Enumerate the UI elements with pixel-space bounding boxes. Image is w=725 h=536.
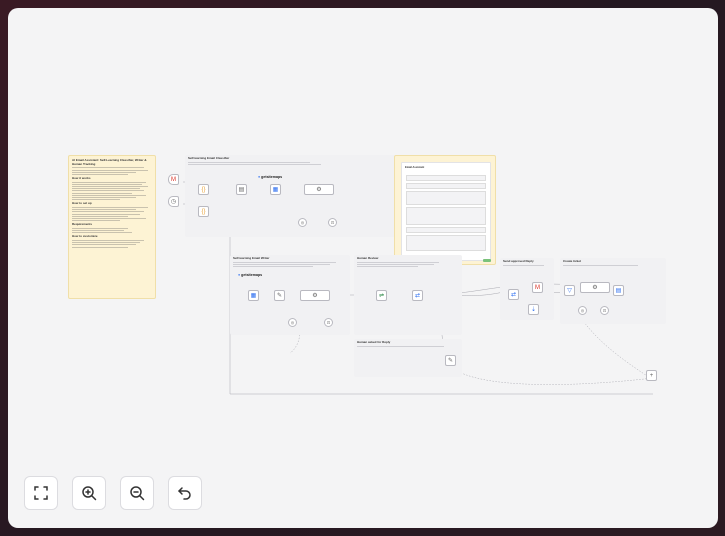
ticket-parser-node[interactable]: ⊡	[600, 306, 609, 315]
ticket-create-node[interactable]: ▤	[613, 285, 624, 296]
section-classifier[interactable]: Self-learning Email Classifier	[185, 155, 395, 237]
zoom-out-button[interactable]	[120, 476, 154, 510]
final-node[interactable]: +	[646, 370, 657, 381]
ai-writer-agent-node[interactable]: ⚙	[300, 290, 330, 301]
section-create-ticket-title: Create ticket	[563, 259, 582, 263]
send-reply-switch-node[interactable]: ⇄	[508, 289, 519, 300]
classifier-parser-node[interactable]: ⊡	[328, 218, 337, 227]
form-submit-button	[483, 259, 491, 262]
review-switch-node[interactable]: ⇄	[412, 290, 423, 301]
send-review-email-node[interactable]: ⇌	[376, 290, 387, 301]
schedule-trigger-node[interactable]: ◷	[168, 196, 179, 207]
undo-button[interactable]	[168, 476, 202, 510]
writer-parser-node[interactable]: ⊡	[324, 318, 333, 327]
sticky-title: AI Email Assistant: Self-Learning Classi…	[72, 158, 147, 166]
code-node-1[interactable]: {}	[198, 184, 209, 195]
form-header: Email Assistant	[405, 166, 425, 169]
writer-data-node[interactable]: ▦	[248, 290, 259, 301]
send-reply-merge-node[interactable]: ⇣	[528, 304, 539, 315]
brand-logo-classifier: ● getsitemaps	[258, 175, 283, 179]
ticket-model-node[interactable]: ◎	[578, 306, 587, 315]
zoom-out-icon	[130, 486, 145, 501]
send-reply-gmail-node[interactable]: M	[532, 282, 543, 293]
gmail-trigger-node[interactable]: M	[168, 174, 179, 185]
ticket-filter-node[interactable]: ▽	[564, 285, 575, 296]
filter-node[interactable]: ▤	[236, 184, 247, 195]
human-reply-edit-node[interactable]: ✎	[445, 355, 456, 366]
brand-logo-writer: ● getsitemaps	[238, 273, 263, 277]
classifier-model-node[interactable]: ◎	[298, 218, 307, 227]
ticket-agent-node[interactable]: ⚙	[580, 282, 610, 293]
undo-icon	[178, 487, 191, 500]
section-human-reply-title: Human asked for Reply	[357, 340, 391, 344]
section-human-review[interactable]: Human Review	[354, 255, 462, 335]
workflow-canvas-frame: AI Email Assistant: Self-Learning Classi…	[8, 8, 718, 528]
zoom-in-icon	[82, 486, 97, 501]
section-writer-title: Self-learning Email Writer	[233, 256, 270, 260]
section-send-reply-title: Send approved Reply	[503, 259, 534, 263]
zoom-in-button[interactable]	[72, 476, 106, 510]
fit-view-button[interactable]	[24, 476, 58, 510]
form-preview-card: Email Assistant	[401, 162, 491, 261]
sticky-note-overview[interactable]: AI Email Assistant: Self-Learning Classi…	[68, 155, 156, 299]
workflow-canvas[interactable]: AI Email Assistant: Self-Learning Classi…	[8, 8, 718, 528]
sticky-heading-customize: How to customize	[72, 234, 98, 239]
sticky-form-preview[interactable]: Email Assistant	[394, 155, 496, 265]
fit-view-icon	[34, 486, 48, 500]
section-classifier-title: Self-learning Email Classifier	[188, 156, 230, 160]
section-human-review-title: Human Review	[357, 256, 379, 260]
classifier-data-node[interactable]: ▦	[270, 184, 281, 195]
edit-fields-node[interactable]: ✎	[274, 290, 285, 301]
ai-classifier-agent-node[interactable]: ⚙	[304, 184, 334, 195]
sticky-heading-requirements: Requirements	[72, 222, 93, 227]
writer-model-node[interactable]: ◎	[288, 318, 297, 327]
sticky-heading-how-it-works: How it works	[72, 175, 91, 180]
sticky-heading-set-up: How to set up	[72, 201, 92, 206]
code-node-2[interactable]: {}	[198, 206, 209, 217]
